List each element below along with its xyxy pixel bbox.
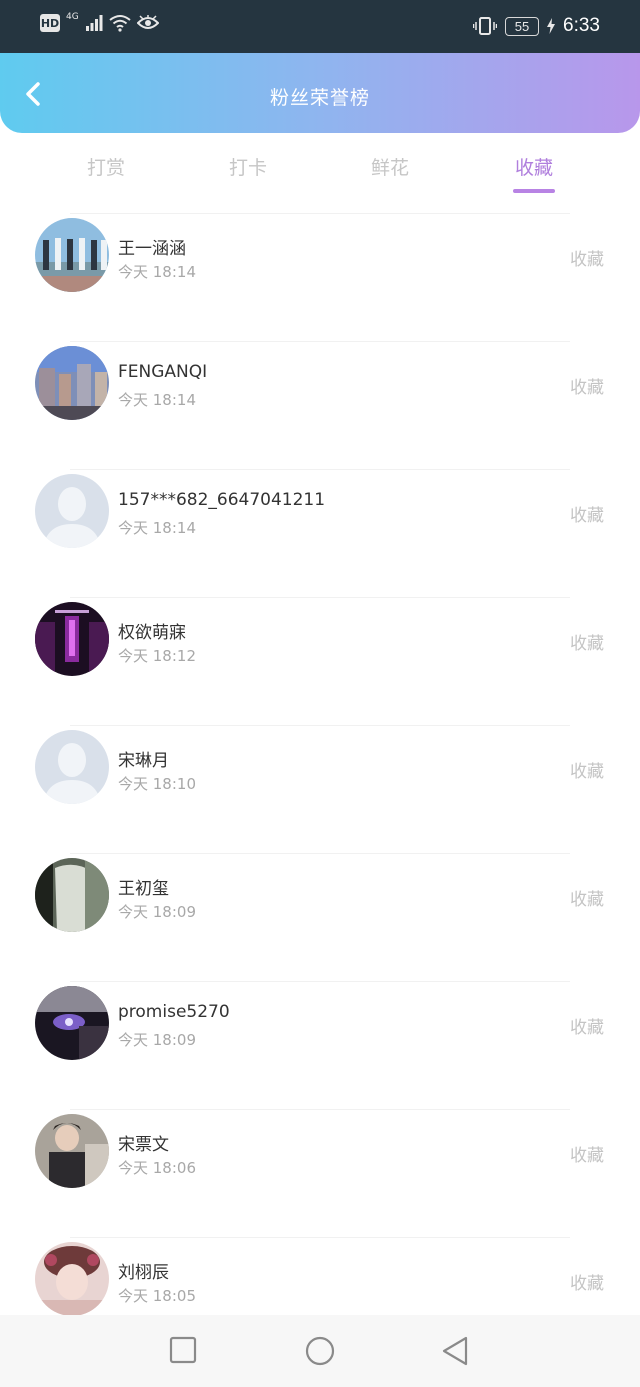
divider xyxy=(70,1237,570,1238)
battery-level: 55 xyxy=(505,16,540,36)
fan-name: FENGANQI xyxy=(118,362,208,382)
list-item[interactable]: 宋票文 今天 18:06 收藏 xyxy=(0,1109,640,1237)
avatar[interactable] xyxy=(35,1114,109,1188)
fan-list: 王一涵涵 今天 18:14 收藏 FENGANQI 今天 18:14 收藏 15… xyxy=(0,213,640,1365)
fan-name: 权欲萌寐 xyxy=(118,623,186,643)
wifi-icon xyxy=(109,15,131,32)
charging-icon xyxy=(547,18,556,34)
tab-bar: 打赏 打卡 鲜花 收藏 xyxy=(0,133,640,205)
avatar[interactable] xyxy=(35,218,109,292)
avatar[interactable] xyxy=(35,730,109,804)
triangle-back-icon xyxy=(442,1336,468,1366)
eye-comfort-icon xyxy=(136,15,159,29)
circle-icon xyxy=(305,1336,335,1366)
fan-time: 今天 18:14 xyxy=(118,519,196,537)
favorite-action[interactable]: 收藏 xyxy=(570,501,604,526)
avatar[interactable] xyxy=(35,602,109,676)
fan-name: 宋琳月 xyxy=(118,751,169,771)
list-item[interactable]: 王一涵涵 今天 18:14 收藏 xyxy=(0,213,640,341)
vibrate-icon xyxy=(473,17,498,35)
fan-name: 刘栩辰 xyxy=(118,1263,169,1283)
avatar[interactable] xyxy=(35,474,109,548)
tab-flowers[interactable]: 鲜花 xyxy=(350,153,430,180)
tab-reward[interactable]: 打赏 xyxy=(66,153,146,180)
list-item[interactable]: 157***682_6647041211 今天 18:14 收藏 xyxy=(0,469,640,597)
divider xyxy=(70,981,570,982)
square-icon xyxy=(169,1336,197,1364)
header-bar: 粉丝荣誉榜 xyxy=(0,53,640,133)
fan-name: promise5270 xyxy=(118,1002,230,1022)
favorite-action[interactable]: 收藏 xyxy=(570,1141,604,1166)
list-item[interactable]: 权欲萌寐 今天 18:12 收藏 xyxy=(0,597,640,725)
system-navigation-bar xyxy=(0,1315,640,1387)
divider xyxy=(70,213,570,214)
network-type: 4G xyxy=(66,12,79,22)
fan-time: 今天 18:10 xyxy=(118,775,196,793)
favorite-action[interactable]: 收藏 xyxy=(570,629,604,654)
favorite-action[interactable]: 收藏 xyxy=(570,373,604,398)
fan-time: 今天 18:09 xyxy=(118,903,196,921)
fan-name: 王初玺 xyxy=(118,879,169,899)
divider xyxy=(70,597,570,598)
favorite-action[interactable]: 收藏 xyxy=(570,885,604,910)
list-item[interactable]: 宋琳月 今天 18:10 收藏 xyxy=(0,725,640,853)
avatar[interactable] xyxy=(35,858,109,932)
status-right: 55 6:33 xyxy=(473,15,600,37)
status-bar: HD 4G 55 6:33 xyxy=(0,0,640,53)
fan-name: 157***682_6647041211 xyxy=(118,490,326,510)
favorite-action[interactable]: 收藏 xyxy=(570,1013,604,1038)
signal-icon xyxy=(85,15,103,31)
list-item[interactable]: promise5270 今天 18:09 收藏 xyxy=(0,981,640,1109)
avatar[interactable] xyxy=(35,1242,109,1316)
clock: 6:33 xyxy=(563,15,600,36)
home-button[interactable] xyxy=(304,1335,336,1371)
divider xyxy=(70,469,570,470)
active-tab-indicator xyxy=(513,189,555,193)
divider xyxy=(70,1109,570,1110)
fan-time: 今天 18:14 xyxy=(118,391,196,409)
system-back-button[interactable] xyxy=(440,1335,470,1371)
list-item[interactable]: FENGANQI 今天 18:14 收藏 xyxy=(0,341,640,469)
tab-favorites[interactable]: 收藏 xyxy=(494,153,574,180)
favorite-action[interactable]: 收藏 xyxy=(570,1269,604,1294)
favorite-action[interactable]: 收藏 xyxy=(570,757,604,782)
favorite-action[interactable]: 收藏 xyxy=(570,245,604,270)
fan-time: 今天 18:12 xyxy=(118,647,196,665)
fan-time: 今天 18:09 xyxy=(118,1031,196,1049)
fan-name: 宋票文 xyxy=(118,1135,169,1155)
tab-checkin[interactable]: 打卡 xyxy=(208,153,288,180)
divider xyxy=(70,341,570,342)
fan-time: 今天 18:14 xyxy=(118,263,196,281)
fan-time: 今天 18:06 xyxy=(118,1159,196,1177)
page-title: 粉丝荣誉榜 xyxy=(269,87,370,109)
divider xyxy=(70,725,570,726)
recent-apps-button[interactable] xyxy=(168,1335,198,1369)
fan-name: 王一涵涵 xyxy=(118,239,186,259)
fan-time: 今天 18:05 xyxy=(118,1287,196,1305)
list-item[interactable]: 王初玺 今天 18:09 收藏 xyxy=(0,853,640,981)
avatar[interactable] xyxy=(35,986,109,1060)
divider xyxy=(70,853,570,854)
avatar[interactable] xyxy=(35,346,109,420)
status-left: HD 4G xyxy=(40,12,159,32)
hd-icon: HD xyxy=(40,14,60,32)
